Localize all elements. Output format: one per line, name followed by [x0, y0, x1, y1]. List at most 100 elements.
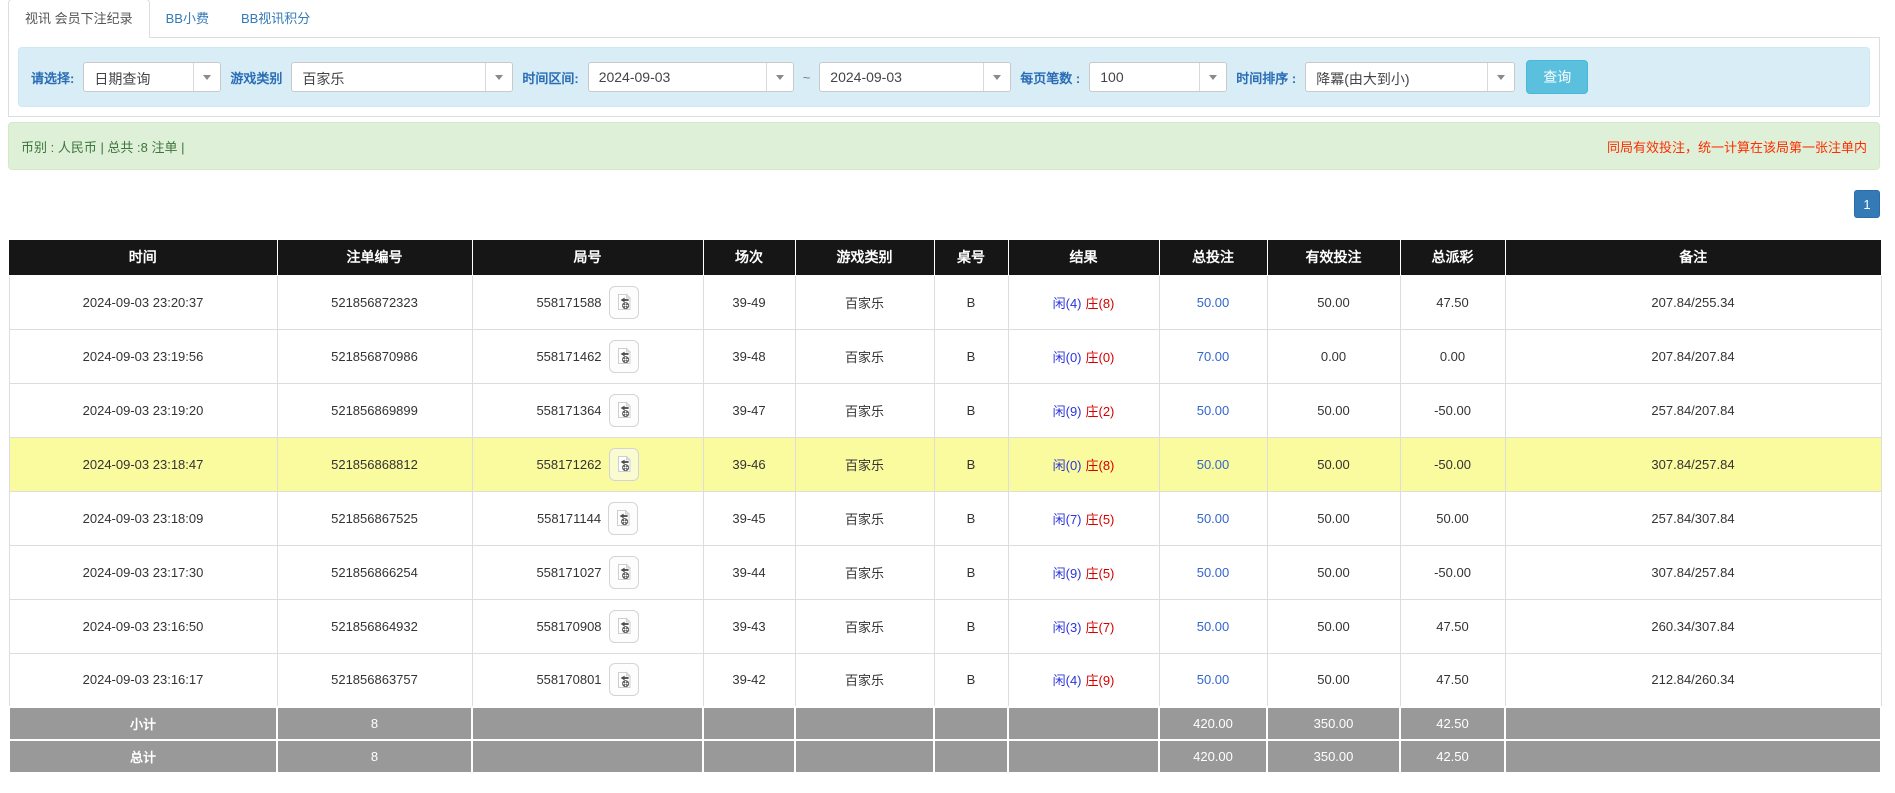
page-size-select[interactable]: 100 — [1089, 62, 1227, 92]
cell-session: 39-45 — [703, 491, 795, 545]
page: 视讯 会员下注纪录 BB小费 BB视讯积分 请选择: 日期查询 游戏类别 百家乐… — [8, 0, 1880, 774]
cell-session: 39-48 — [703, 329, 795, 383]
table-summary-row: 小计8420.00350.0042.50 — [9, 707, 1881, 740]
chevron-down-icon[interactable] — [983, 63, 1010, 91]
cell-result: 闲(3)庄(7) — [1008, 599, 1159, 653]
cell-remark: 257.84/307.84 — [1505, 491, 1881, 545]
cell-game-type: 百家乐 — [795, 329, 934, 383]
chevron-down-icon[interactable] — [485, 63, 512, 91]
tab-bb-video-points[interactable]: BB视讯积分 — [225, 0, 326, 37]
page-size-label: 每页笔数 : — [1020, 68, 1080, 87]
cell-total-bet: 50.00 — [1159, 383, 1267, 437]
table-row: 2024-09-03 23:17:30521856866254558171027… — [9, 545, 1881, 599]
cell-bet-id: 521856863757 — [277, 653, 472, 707]
summary-cell — [472, 707, 703, 740]
cell-game-type: 百家乐 — [795, 383, 934, 437]
video-replay-button[interactable] — [609, 394, 639, 427]
cell-payout: 47.50 — [1400, 599, 1505, 653]
cell-remark: 212.84/260.34 — [1505, 653, 1881, 707]
cell-session: 39-46 — [703, 437, 795, 491]
cell-payout: -50.00 — [1400, 437, 1505, 491]
total-bet-link[interactable]: 50.00 — [1197, 295, 1230, 310]
result-player: 闲(4) — [1053, 296, 1082, 311]
tab-video-bet-records[interactable]: 视讯 会员下注纪录 — [8, 0, 150, 38]
summary-cell — [1008, 740, 1159, 773]
round-number: 558170801 — [536, 672, 601, 687]
query-type-select[interactable]: 日期查询 — [83, 62, 221, 92]
search-button[interactable]: 查询 — [1526, 60, 1588, 94]
cell-table-no: B — [934, 491, 1008, 545]
cell-time: 2024-09-03 23:18:47 — [9, 437, 277, 491]
cell-payout: 0.00 — [1400, 329, 1505, 383]
round-number: 558171144 — [537, 511, 601, 526]
total-bet-link[interactable]: 50.00 — [1197, 565, 1230, 580]
total-bet-link[interactable]: 50.00 — [1197, 619, 1230, 634]
video-replay-button[interactable] — [609, 663, 639, 696]
total-bet-link[interactable]: 50.00 — [1197, 457, 1230, 472]
cell-table-no: B — [934, 599, 1008, 653]
cell-table-no: B — [934, 545, 1008, 599]
cell-game-type: 百家乐 — [795, 275, 934, 329]
table-row: 2024-09-03 23:20:37521856872323558171588… — [9, 275, 1881, 329]
cell-game-type: 百家乐 — [795, 653, 934, 707]
cell-round: 558171364 — [472, 383, 703, 437]
round-number: 558171462 — [536, 349, 601, 364]
video-replay-button[interactable] — [609, 448, 639, 481]
column-header: 局号 — [472, 240, 703, 275]
total-bet-link[interactable]: 70.00 — [1197, 349, 1230, 364]
cell-total-bet: 50.00 — [1159, 491, 1267, 545]
total-bet-link[interactable]: 50.00 — [1197, 403, 1230, 418]
result-banker: 庄(0) — [1086, 350, 1115, 365]
result-player: 闲(7) — [1053, 512, 1082, 527]
result-banker: 庄(8) — [1086, 458, 1115, 473]
cell-time: 2024-09-03 23:19:20 — [9, 383, 277, 437]
cell-time: 2024-09-03 23:16:50 — [9, 599, 277, 653]
summary-cell — [703, 707, 795, 740]
summary-label: 小计 — [9, 707, 277, 740]
date-from-select[interactable]: 2024-09-03 — [588, 62, 794, 92]
cell-table-no: B — [934, 383, 1008, 437]
video-replay-button[interactable] — [609, 340, 639, 373]
game-type-select[interactable]: 百家乐 — [291, 62, 513, 92]
cell-valid-bet: 50.00 — [1267, 437, 1400, 491]
video-replay-button[interactable] — [609, 286, 639, 319]
column-header: 桌号 — [934, 240, 1008, 275]
cell-session: 39-49 — [703, 275, 795, 329]
summary-cell — [1505, 707, 1881, 740]
summary-cell: 42.50 — [1400, 740, 1505, 773]
cell-result: 闲(4)庄(8) — [1008, 275, 1159, 329]
game-type-label: 游戏类别 — [230, 68, 282, 87]
query-type-label: 请选择: — [31, 68, 74, 87]
chevron-down-icon[interactable] — [1199, 63, 1226, 91]
video-replay-button[interactable] — [609, 610, 639, 643]
pagination: 1 — [8, 190, 1880, 218]
chevron-down-icon[interactable] — [766, 63, 793, 91]
page-1-button[interactable]: 1 — [1854, 190, 1880, 218]
cell-bet-id: 521856872323 — [277, 275, 472, 329]
date-to-select[interactable]: 2024-09-03 — [819, 62, 1011, 92]
cell-remark: 260.34/307.84 — [1505, 599, 1881, 653]
cell-result: 闲(9)庄(5) — [1008, 545, 1159, 599]
summary-cell: 8 — [277, 740, 472, 773]
cell-payout: 50.00 — [1400, 491, 1505, 545]
info-bar: 币别 : 人民币 | 总共 :8 注单 | 同局有效投注，统一计算在该局第一张注… — [8, 122, 1880, 170]
video-replay-button[interactable] — [608, 502, 638, 535]
sort-select[interactable]: 降冪(由大到小) — [1305, 62, 1515, 92]
cell-valid-bet: 50.00 — [1267, 491, 1400, 545]
filter-bar: 请选择: 日期查询 游戏类别 百家乐 时间区间: 2024-09-03 ~ 20… — [18, 47, 1870, 107]
total-bet-link[interactable]: 50.00 — [1197, 672, 1230, 687]
cell-valid-bet: 0.00 — [1267, 329, 1400, 383]
summary-cell: 8 — [277, 707, 472, 740]
bet-records-table: 时间注单编号局号场次游戏类别桌号结果总投注有效投注总派彩备注 2024-09-0… — [8, 240, 1882, 774]
chevron-down-icon[interactable] — [193, 63, 220, 91]
summary-cell — [795, 740, 934, 773]
total-bet-link[interactable]: 50.00 — [1197, 511, 1230, 526]
cell-table-no: B — [934, 653, 1008, 707]
cell-round: 558171262 — [472, 437, 703, 491]
tab-bb-tips[interactable]: BB小费 — [150, 0, 225, 37]
chevron-down-icon[interactable] — [1487, 63, 1514, 91]
cell-game-type: 百家乐 — [795, 491, 934, 545]
table-row: 2024-09-03 23:18:47521856868812558171262… — [9, 437, 1881, 491]
column-header: 游戏类别 — [795, 240, 934, 275]
video-replay-button[interactable] — [609, 556, 639, 589]
